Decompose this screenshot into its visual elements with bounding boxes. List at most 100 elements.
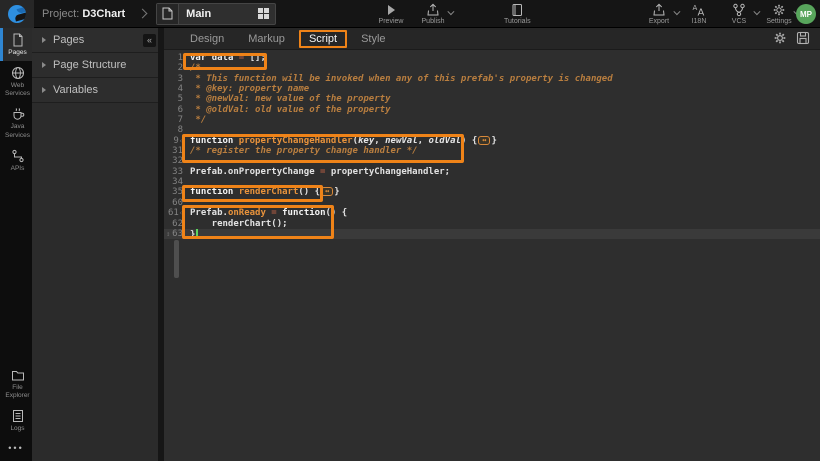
line-number: 60 — [164, 198, 186, 208]
code-editor-area[interactable]: 1var data = [];2/*3 * This function will… — [164, 50, 820, 461]
line-number: 32 — [164, 156, 186, 166]
fold-marker-icon[interactable]: ‹ — [179, 209, 183, 217]
code-line: 3 * This function will be invoked when a… — [164, 74, 820, 84]
project-name: D3Chart — [82, 8, 125, 20]
code-line: 62 renderChart(); — [164, 219, 820, 229]
code-fold-widget[interactable]: ↔ — [478, 136, 490, 145]
text-cursor — [196, 229, 198, 238]
logs-icon — [11, 409, 25, 423]
sidebar-item-java-services[interactable]: Java Services — [0, 102, 32, 143]
pages-icon — [11, 33, 25, 47]
line-number: 62 — [164, 219, 186, 229]
fold-marker-icon[interactable]: ‹ — [179, 137, 183, 145]
wavemaker-logo-icon — [8, 5, 26, 23]
apis-icon — [11, 149, 25, 163]
code-line: 35function renderChart() {↔} — [164, 187, 820, 197]
page-tab-main[interactable]: Main — [156, 3, 276, 25]
svg-text:A: A — [698, 7, 705, 17]
code-line: 8 — [164, 125, 820, 135]
script-editor: DesignMarkupScriptStyle 1var data = [];2… — [164, 28, 820, 461]
book-icon — [510, 4, 524, 17]
code-line: ↕63} — [164, 229, 820, 239]
sidebar-item-apis[interactable]: APIs — [0, 144, 32, 177]
line-number: 33 — [164, 167, 186, 177]
upload-icon — [652, 4, 666, 17]
line-number: 61‹ — [164, 208, 186, 218]
tutorials-button[interactable]: Tutorials — [504, 4, 531, 25]
top-bar: Project: D3Chart Main Preview Publish Tuto… — [0, 0, 820, 28]
java-services-icon — [11, 107, 25, 121]
code-line: 7 */ — [164, 115, 820, 125]
left-icon-rail: PagesWeb ServicesJava ServicesAPIs File E… — [0, 28, 32, 461]
line-number: 31 — [164, 146, 186, 156]
chevron-down-icon — [447, 8, 454, 15]
line-number: 6 — [164, 105, 186, 115]
panel-section-page-structure[interactable]: Page Structure — [32, 53, 158, 78]
line-number: 8 — [164, 125, 186, 135]
sidebar-item-pages[interactable]: Pages — [0, 28, 32, 61]
code-fold-widget[interactable]: ↔ — [321, 187, 333, 196]
page-file-icon — [157, 4, 179, 24]
gear-icon — [772, 4, 786, 17]
panel-collapse-button[interactable]: « — [143, 34, 156, 47]
line-number: 1 — [164, 53, 186, 63]
topbar-right-actions: Export AAI18N VCS Settings — [646, 0, 792, 28]
project-label: Project: — [42, 8, 79, 20]
line-number: 4 — [164, 84, 186, 94]
export-button[interactable]: Export — [646, 4, 672, 25]
caret-right-icon — [42, 62, 46, 68]
tab-design[interactable]: Design — [180, 31, 234, 47]
code-line: 6 * @oldVal: old value of the property — [164, 105, 820, 115]
line-number: 2 — [164, 63, 186, 73]
code-line: 1var data = []; — [164, 53, 820, 63]
web-services-icon — [11, 66, 25, 80]
code-line: 32 — [164, 156, 820, 166]
editor-settings-gear-icon[interactable] — [773, 31, 787, 45]
editor-tab-bar: DesignMarkupScriptStyle — [164, 28, 820, 50]
user-avatar[interactable]: MP — [796, 4, 816, 24]
code-line: 60 — [164, 198, 820, 208]
page-switcher-grid-icon[interactable] — [257, 7, 270, 20]
code-line: 31/* register the property change handle… — [164, 146, 820, 156]
wavemaker-ide-window: Project: D3Chart Main Preview Publish Tuto… — [0, 0, 820, 461]
sidebar-item-web-services[interactable]: Web Services — [0, 61, 32, 102]
code-line: 2/* — [164, 63, 820, 73]
panel-section-pages[interactable]: Pages — [32, 28, 158, 53]
line-number: 3 — [164, 74, 186, 84]
line-number: 5 — [164, 94, 186, 104]
editor-scrollbar-thumb[interactable] — [174, 240, 179, 278]
code-line: 9‹function propertyChangeHandler(key, ne… — [164, 136, 820, 146]
line-number: 34 — [164, 177, 186, 187]
line-number: ↕63 — [164, 229, 186, 239]
tab-style[interactable]: Style — [351, 31, 395, 47]
publish-button[interactable]: Publish — [420, 4, 446, 25]
caret-right-icon — [42, 37, 46, 43]
code-line: 61‹Prefab.onReady = function() { — [164, 208, 820, 218]
editor-toolbar — [773, 31, 810, 45]
chevron-down-icon — [753, 8, 760, 15]
settings-button[interactable]: Settings — [766, 4, 792, 25]
gutter-marker-icon: ↕ — [166, 229, 170, 239]
upload-icon — [426, 4, 440, 17]
play-icon — [384, 4, 398, 17]
project-breadcrumb: Project: D3Chart — [42, 8, 125, 20]
sidebar-item-file-explorer[interactable]: File Explorer — [0, 363, 32, 404]
save-icon[interactable] — [796, 31, 810, 45]
translate-icon: AA — [692, 4, 706, 17]
code-line: 33Prefab.onPropertyChange = propertyChan… — [164, 167, 820, 177]
app-logo[interactable] — [0, 0, 34, 28]
code-line: 4 * @key: property name — [164, 84, 820, 94]
branch-icon — [732, 4, 746, 17]
code-line: 34 — [164, 177, 820, 187]
caret-right-icon — [42, 87, 46, 93]
panel-section-variables[interactable]: Variables — [32, 78, 158, 103]
page-tab-label: Main — [179, 8, 257, 20]
vcs-button[interactable]: VCS — [726, 4, 752, 25]
sidebar-item-logs[interactable]: Logs — [0, 404, 32, 437]
i18n-button[interactable]: AAI18N — [686, 4, 712, 25]
tab-script[interactable]: Script — [299, 30, 347, 48]
tab-markup[interactable]: Markup — [238, 31, 295, 47]
sidebar-more-button[interactable]: ••• — [0, 437, 32, 461]
preview-button[interactable]: Preview — [378, 4, 404, 25]
panel-editor-divider — [158, 28, 164, 461]
